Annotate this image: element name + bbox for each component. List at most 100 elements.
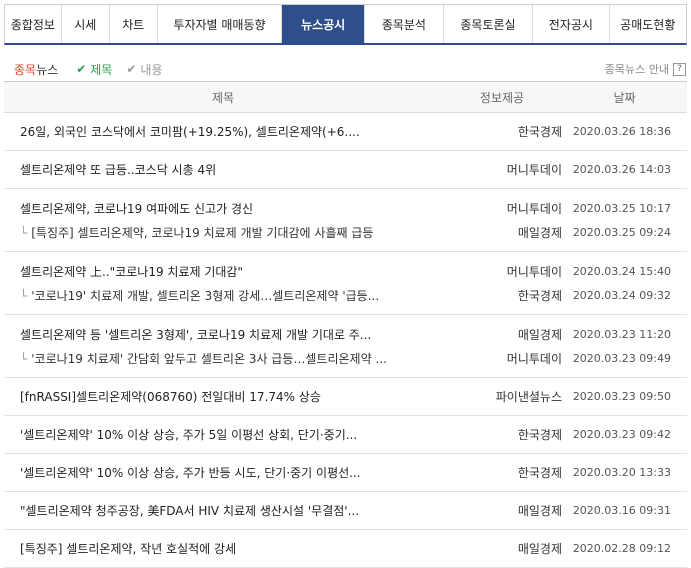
checkmark-icon: ✔ [76,62,87,76]
table-row: 셀트리온제약, 코로나19 여파에도 신고가 경신 머니투데이 2020.03.25… [4,196,687,220]
news-date: 2020.02.28 09:12 [572,542,671,555]
news-source: 매일경제 [517,327,562,342]
news-group: 셀트리온제약 또 급등..코스닥 시총 4위 머니투데이 2020.03.26 14… [4,151,687,189]
table-row: '셀트리온제약' 10% 이상 상승, 주가 5일 이평선 상회, 단기·중기.… [4,423,687,446]
news-title-text: '셀트리온제약' 10% 이상 상승, 주가 반등 시도, 단기·중기 이평선.… [20,466,361,480]
table-row: 셀트리온제약 또 급등..코스닥 시총 4위 머니투데이 2020.03.26 14… [4,158,687,181]
news-title-link[interactable]: "셀트리온제약 청주공장, 美FDA서 HIV 치료제 생산시설 '무결점'..… [4,502,442,519]
news-title-link[interactable]: 셀트리온제약 上.."코로나19 치료제 기대감" [4,263,442,280]
news-group: [특징주] 셀트리온제약, 작년 호실적에 강세 매일경제 2020.02.28 0… [4,530,687,568]
table-row: '셀트리온제약' 10% 이상 상승, 주가 반등 시도, 단기·중기 이평선.… [4,461,687,484]
tab-4[interactable]: 투자자별 매매동향 [158,5,283,43]
news-source: 매일경제 [517,504,562,518]
news-title-text: [특징주] 셀트리온제약, 코로나19 치료제 개발 기대감에 사흘째 급등 [31,225,374,240]
news-title-link[interactable]: 셀트리온제약 또 급등..코스닥 시총 4위 [4,161,442,178]
table-row: 26일, 외국인 코스닥에서 코미팜(+19.25%), 셀트리온제약(+6..… [4,120,687,143]
news-date: 2020.03.16 09:31 [572,504,671,517]
tab-5[interactable]: 뉴스공시 [282,5,366,43]
checkmark-icon: ✔ [126,62,137,76]
news-date: 2020.03.25 10:17 [572,201,671,215]
news-source: 매일경제 [517,542,562,556]
table-row: └ '코로나19' 치료제 개발, 셀트리온 3형제 강세…셀트리온제약 '급등.… [4,283,687,307]
header-title: 제목 [211,90,235,105]
news-date: 2020.03.23 09:42 [572,428,671,441]
news-title-text: '코로나19' 치료제 개발, 셀트리온 3형제 강세…셀트리온제약 '급등..… [31,288,380,303]
news-title-text: [fnRASSI]셀트리온제약(068760) 전일대비 17.74% 상승 [20,390,321,404]
search-option-content[interactable]: ✔ 내용 [126,61,162,78]
reply-arrow-icon: └ [20,288,28,303]
news-filter-bar: 종목 뉴스 ✔ 제목 ✔ 내용 종목뉴스 안내 ? [14,60,686,78]
table-header: 제목 정보제공 날짜 [4,81,687,113]
news-title-text: "셀트리온제약 청주공장, 美FDA서 HIV 치료제 생산시설 '무결점'..… [20,504,360,518]
news-title-link[interactable]: '셀트리온제약' 10% 이상 상승, 주가 5일 이평선 상회, 단기·중기.… [4,426,442,443]
tab-7[interactable]: 종목토론실 [444,5,534,43]
related-news-link[interactable]: └ '코로나19' 치료제 개발, 셀트리온 3형제 강세…셀트리온제약 '급등.… [4,287,442,304]
news-group: "셀트리온제약 청주공장, 美FDA서 HIV 치료제 생산시설 '무결점'..… [4,492,687,530]
related-news-link[interactable]: └ '코로나19 치료제' 간담회 앞두고 셀트리온 3사 급등…셀트리온제약 .… [4,350,442,367]
reply-arrow-icon: └ [20,225,28,240]
news-date: 2020.03.25 09:24 [572,225,671,239]
help-icon: ? [673,62,686,76]
tab-9[interactable]: 공매도현황 [610,5,686,43]
table-row: 셀트리온제약 上.."코로나19 치료제 기대감" 머니투데이 2020.03.24… [4,259,687,283]
news-group: 26일, 외국인 코스닥에서 코미팜(+19.25%), 셀트리온제약(+6..… [4,113,687,151]
tab-2[interactable]: 시세 [62,5,110,43]
tab-3[interactable]: 차트 [110,5,158,43]
search-option-title[interactable]: ✔ 제목 [76,61,112,78]
table-row: [특징주] 셀트리온제약, 작년 호실적에 강세 매일경제 2020.02.28 0… [4,537,687,560]
news-date: 2020.03.20 13:33 [572,466,671,479]
news-title-text: 셀트리온제약 또 급등..코스닥 시총 4위 [20,163,217,177]
news-date: 2020.03.23 09:49 [572,351,671,365]
news-title-text: [특징주] 셀트리온제약, 작년 호실적에 강세 [20,542,237,556]
news-date: 2020.03.26 14:03 [572,163,671,176]
tab-8[interactable]: 전자공시 [533,5,610,43]
news-date: 2020.03.24 15:40 [572,264,671,278]
related-news-link[interactable]: └ [특징주] 셀트리온제약, 코로나19 치료제 개발 기대감에 사흘째 급등 [4,224,442,241]
news-date: 2020.03.23 11:20 [572,327,671,341]
news-source: 머니투데이 [506,163,562,177]
news-source: 한국경제 [517,466,562,480]
news-title-text: 셀트리온제약 등 '셀트리온 3형제', 코로나19 치료제 개발 기대로 주.… [20,327,372,342]
news-title-text: 셀트리온제약, 코로나19 여파에도 신고가 경신 [20,201,254,216]
header-date: 날짜 [613,90,636,105]
tab-6[interactable]: 종목분석 [365,5,444,43]
news-title-link[interactable]: 셀트리온제약 등 '셀트리온 3형제', 코로나19 치료제 개발 기대로 주.… [4,326,442,343]
news-source: 한국경제 [517,428,562,442]
news-table: 제목 정보제공 날짜 26일, 외국인 코스닥에서 코미팜(+19.25%), … [4,81,687,568]
news-group: 셀트리온제약 등 '셀트리온 3형제', 코로나19 치료제 개발 기대로 주.… [4,315,687,378]
news-source: 한국경제 [517,288,562,303]
news-group: '셀트리온제약' 10% 이상 상승, 주가 반등 시도, 단기·중기 이평선.… [4,454,687,492]
news-title-text: '코로나19 치료제' 간담회 앞두고 셀트리온 3사 급등…셀트리온제약 ..… [31,351,387,366]
section-title: 종목 뉴스 [14,62,59,77]
stock-news-guide-link[interactable]: 종목뉴스 안내 ? [605,61,686,77]
news-title-link[interactable]: 26일, 외국인 코스닥에서 코미팜(+19.25%), 셀트리온제약(+6..… [4,123,442,140]
news-group: 셀트리온제약 上.."코로나19 치료제 기대감" 머니투데이 2020.03.24… [4,252,687,315]
news-source: 매일경제 [517,225,562,240]
reply-arrow-icon: └ [20,351,28,366]
table-row: "셀트리온제약 청주공장, 美FDA서 HIV 치료제 생산시설 '무결점'..… [4,499,687,522]
news-date: 2020.03.23 09:50 [572,390,671,403]
tab-bar: 종합정보 시세 차트 투자자별 매매동향 뉴스공시 종목분석 종목토론실 전자공시 공매도현황 [4,4,687,45]
table-row: └ [특징주] 셀트리온제약, 코로나19 치료제 개발 기대감에 사흘째 급등 매… [4,220,687,244]
news-source: 머니투데이 [506,201,562,216]
news-date: 2020.03.26 18:36 [572,125,671,138]
news-title-text: 26일, 외국인 코스닥에서 코미팜(+19.25%), 셀트리온제약(+6..… [20,125,360,139]
table-row: 셀트리온제약 등 '셀트리온 3형제', 코로나19 치료제 개발 기대로 주.… [4,322,687,346]
table-row: [fnRASSI]셀트리온제약(068760) 전일대비 17.74% 상승 파이… [4,385,687,408]
table-body: 26일, 외국인 코스닥에서 코미팜(+19.25%), 셀트리온제약(+6..… [4,113,687,568]
news-group: '셀트리온제약' 10% 이상 상승, 주가 5일 이평선 상회, 단기·중기.… [4,416,687,454]
news-group: 셀트리온제약, 코로나19 여파에도 신고가 경신 머니투데이 2020.03.25… [4,189,687,252]
tab-1[interactable]: 종합정보 [5,5,62,43]
table-row: └ '코로나19 치료제' 간담회 앞두고 셀트리온 3사 급등…셀트리온제약 .… [4,346,687,370]
news-title-link[interactable]: '셀트리온제약' 10% 이상 상승, 주가 반등 시도, 단기·중기 이평선.… [4,464,442,481]
news-title-link[interactable]: [특징주] 셀트리온제약, 작년 호실적에 강세 [4,540,442,557]
news-source: 머니투데이 [506,264,562,279]
news-title-link[interactable]: 셀트리온제약, 코로나19 여파에도 신고가 경신 [4,200,442,217]
news-date: 2020.03.24 09:32 [572,288,671,302]
news-title-link[interactable]: [fnRASSI]셀트리온제약(068760) 전일대비 17.74% 상승 [4,388,442,405]
news-title-text: 셀트리온제약 上.."코로나19 치료제 기대감" [20,264,243,279]
news-title-text: '셀트리온제약' 10% 이상 상승, 주가 5일 이평선 상회, 단기·중기.… [20,428,358,442]
header-source: 정보제공 [479,90,525,105]
news-source: 머니투데이 [506,351,562,366]
news-source: 파이낸셜뉴스 [495,390,562,404]
